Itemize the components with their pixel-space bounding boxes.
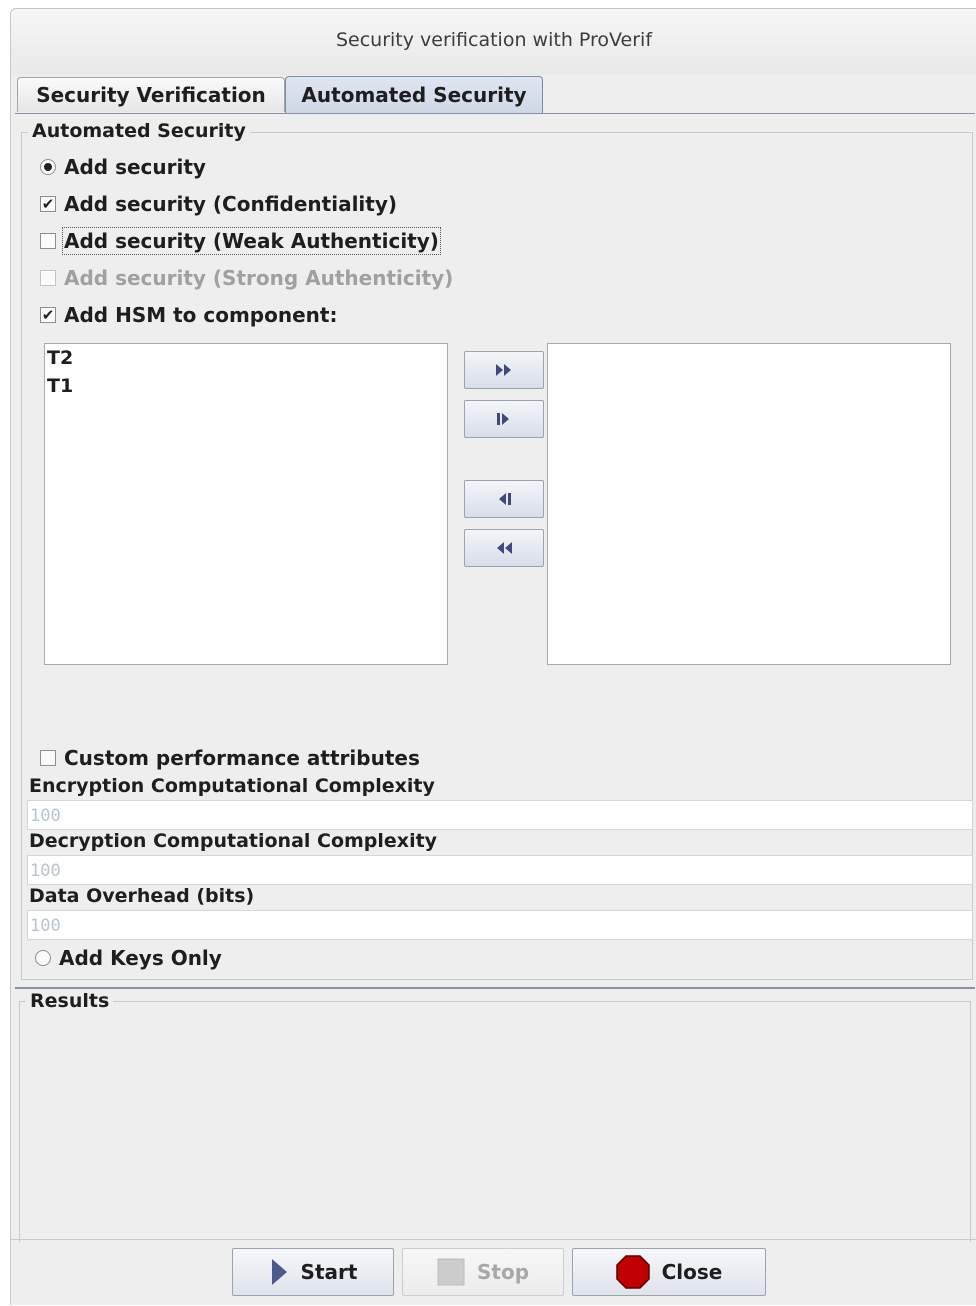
- strong-authenticity-label: Add security (Strong Authenticity): [64, 266, 454, 290]
- add-security-radio[interactable]: Add security: [40, 153, 206, 181]
- checkbox-box[interactable]: [40, 750, 56, 766]
- start-button[interactable]: Start: [232, 1248, 394, 1296]
- weak-authenticity-checkbox[interactable]: Add security (Weak Authenticity): [40, 227, 441, 255]
- checkbox-box[interactable]: [40, 233, 56, 249]
- move-all-left-button[interactable]: [464, 529, 544, 567]
- checkbox-box: [40, 270, 56, 286]
- dialog-window: Security verification with ProVerif Secu…: [10, 8, 976, 1305]
- automated-security-group: Automated Security Add security ✔ Add se…: [21, 120, 973, 980]
- list-item[interactable]: T1: [45, 372, 447, 400]
- stop-square-icon: [437, 1258, 465, 1286]
- add-security-label: Add security: [64, 155, 206, 179]
- add-hsm-label: Add HSM to component:: [64, 303, 338, 327]
- radio-indicator[interactable]: [40, 159, 56, 175]
- custom-performance-checkbox[interactable]: Custom performance attributes: [40, 744, 420, 772]
- move-left-icon: [499, 493, 511, 505]
- encryption-label: Encryption Computational Complexity: [29, 775, 435, 797]
- checkbox-box[interactable]: ✔: [40, 307, 56, 323]
- start-label: Start: [300, 1260, 358, 1284]
- stop-label: Stop: [476, 1260, 530, 1284]
- close-label: Close: [661, 1260, 723, 1284]
- close-button[interactable]: Close: [572, 1248, 766, 1296]
- add-keys-only-radio[interactable]: Add Keys Only: [35, 944, 222, 972]
- results-panel: Results: [15, 987, 975, 1242]
- move-all-right-button[interactable]: [464, 351, 544, 389]
- stop-button: Stop: [402, 1248, 564, 1296]
- results-title: Results: [26, 990, 114, 1012]
- encryption-field[interactable]: 100: [27, 800, 973, 830]
- confidentiality-checkbox[interactable]: ✔ Add security (Confidentiality): [40, 190, 397, 218]
- results-area: Results: [19, 990, 971, 1242]
- window-title: Security verification with ProVerif: [335, 29, 653, 51]
- title-bar[interactable]: Security verification with ProVerif: [11, 9, 976, 75]
- data-overhead-field[interactable]: 100: [27, 910, 973, 940]
- move-all-left-icon: [497, 542, 512, 554]
- strong-authenticity-checkbox: Add security (Strong Authenticity): [40, 264, 453, 292]
- move-left-button[interactable]: [464, 480, 544, 518]
- list-item[interactable]: T2: [45, 344, 447, 372]
- move-right-icon: [497, 413, 509, 425]
- custom-performance-label: Custom performance attributes: [64, 746, 420, 770]
- data-overhead-label: Data Overhead (bits): [29, 885, 255, 907]
- stop-sign-icon: [615, 1255, 650, 1289]
- tab-automated-security[interactable]: Automated Security: [285, 76, 543, 113]
- play-icon: [271, 1259, 287, 1285]
- add-keys-only-label: Add Keys Only: [59, 946, 222, 970]
- button-bar: Start Stop Close: [11, 1239, 976, 1306]
- automated-security-panel: Automated Security Add security ✔ Add se…: [15, 113, 975, 984]
- available-components-list[interactable]: T2 T1: [44, 343, 448, 665]
- move-right-button[interactable]: [464, 400, 544, 438]
- confidentiality-label: Add security (Confidentiality): [64, 192, 398, 216]
- add-hsm-checkbox[interactable]: ✔ Add HSM to component:: [40, 301, 337, 329]
- decryption-field[interactable]: 100: [27, 855, 973, 885]
- selected-components-list[interactable]: [547, 343, 951, 665]
- decryption-label: Decryption Computational Complexity: [29, 830, 438, 852]
- group-title: Automated Security: [28, 120, 250, 142]
- checkbox-box[interactable]: ✔: [40, 196, 56, 212]
- move-all-right-icon: [496, 364, 511, 376]
- radio-indicator[interactable]: [35, 950, 51, 966]
- tab-security-verification[interactable]: Security Verification: [17, 77, 285, 112]
- weak-authenticity-label: Add security (Weak Authenticity): [62, 227, 441, 255]
